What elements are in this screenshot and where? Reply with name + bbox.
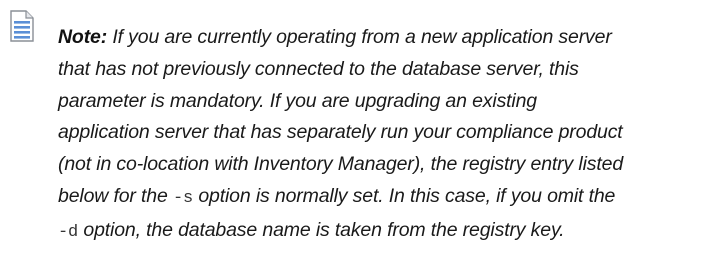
note-text-segment: below for the [58,184,173,207]
note-line: parameter is mandatory. If you are upgra… [58,89,538,112]
option-d-code: -d [58,222,79,242]
note-text-segment: If you are currently operating from a ne… [107,26,612,48]
note-callout: Note: If you are currently operating fro… [0,0,713,263]
note-text-segment: option, the database name is taken from … [78,218,565,241]
note-line: -d option, the database name is taken fr… [58,215,708,249]
note-document-icon [10,10,34,42]
note-body: Note: If you are currently operating fro… [58,22,708,249]
note-line: that has not previously connected to the… [58,57,579,80]
note-line: Note: If you are currently operating fro… [58,22,708,54]
note-line: (not in co-location with Inventory Manag… [58,153,624,176]
note-line: application server that has separately r… [58,121,623,144]
note-line: below for the -s option is normally set.… [58,181,708,215]
option-s-code: -s [172,188,194,208]
note-text-segment: option is normally set. In this case, if… [193,184,616,207]
note-label: Note: [58,26,108,48]
